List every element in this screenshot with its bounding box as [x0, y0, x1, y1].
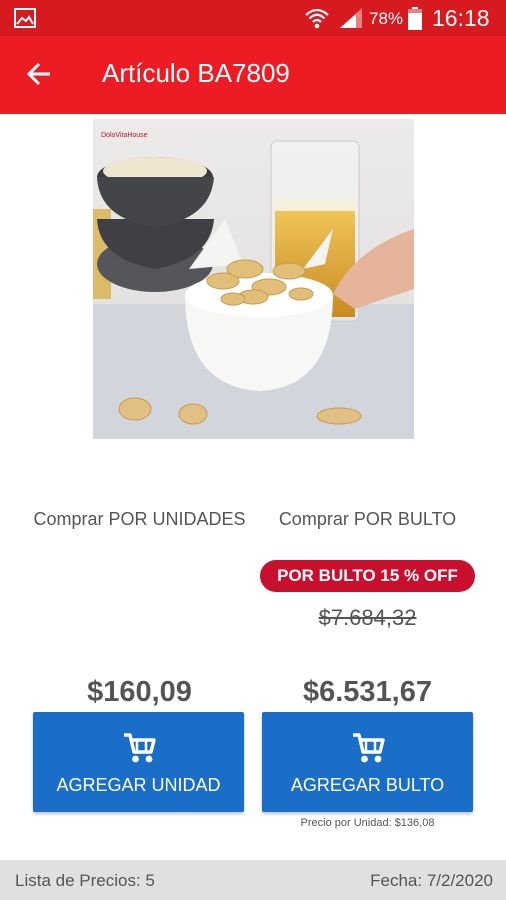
battery-percent: 78% [369, 9, 404, 28]
gallery-icon [14, 8, 36, 28]
unit-price-note: Precio por Unidad: $136,08 [300, 817, 435, 829]
add-unit-button[interactable]: AGREGAR UNIDAD [33, 712, 244, 812]
discount-badge: POR BULTO 15 % OFF [260, 560, 475, 592]
unit-option-label: Comprar POR UNIDADES [33, 509, 246, 529]
image-logo: DoloVitaHouse [101, 132, 148, 139]
add-unit-label: AGREGAR UNIDAD [56, 775, 221, 795]
add-bulk-label: AGREGAR BULTO [290, 775, 445, 795]
price-list-label: Lista de Precios: 5 [15, 871, 155, 890]
wifi-icon [305, 8, 329, 29]
clock: 16:18 [432, 5, 490, 31]
app-bar: Artículo BA7809 [0, 36, 506, 114]
battery-icon [408, 7, 422, 30]
status-bar: 78% 16:18 [0, 0, 506, 36]
product-image: DoloVitaHouse [93, 119, 414, 439]
arrow-back-icon [26, 62, 50, 86]
bulk-price: $6.531,67 [302, 676, 432, 708]
unit-price: $160,09 [87, 676, 192, 708]
back-button[interactable] [22, 56, 58, 92]
signal-icon [340, 8, 362, 28]
cart-icon [123, 733, 156, 763]
date-label: Fecha: 7/2/2020 [370, 871, 493, 890]
old-price: $7.684,32 [318, 605, 417, 630]
cart-icon [352, 733, 385, 763]
page-title: Artículo BA7809 [102, 58, 290, 88]
bulk-option-label: Comprar POR BULTO [278, 509, 457, 529]
add-bulk-button[interactable]: AGREGAR BULTO [262, 712, 473, 812]
footer-bar: Lista de Precios: 5 Fecha: 7/2/2020 [0, 860, 506, 900]
